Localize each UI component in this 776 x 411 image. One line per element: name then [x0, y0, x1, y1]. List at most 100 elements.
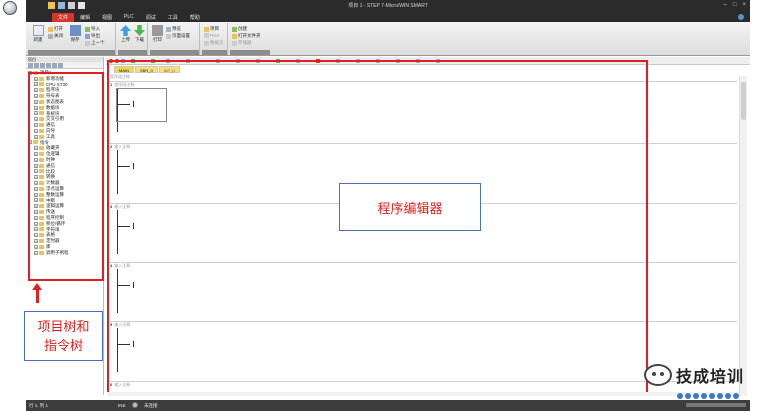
tray-icon[interactable] [717, 393, 723, 399]
help-icon[interactable] [738, 14, 744, 20]
status-bar: 行 1, 列 1 INS 未连接 [26, 400, 750, 411]
tool-icon[interactable] [416, 59, 420, 63]
tray-icon[interactable] [677, 393, 683, 399]
tree-tool-icon[interactable] [28, 63, 33, 68]
tab-int-0[interactable]: INT_0 [158, 66, 180, 73]
tab-main[interactable]: MAIN [114, 66, 134, 73]
delete-icon[interactable] [316, 59, 320, 63]
maximize-icon[interactable]: □ [733, 2, 737, 8]
tray-icon[interactable] [733, 393, 739, 399]
tray-icon[interactable] [685, 393, 691, 399]
power-rail [117, 210, 118, 254]
app-orb-button[interactable] [3, 1, 17, 15]
network-rung[interactable]: 4 输入注释 [107, 262, 737, 322]
tray-icon[interactable] [725, 393, 731, 399]
minimize-icon[interactable]: – [724, 2, 727, 8]
tool-icon[interactable] [376, 59, 380, 63]
pos-button[interactable]: POS [204, 33, 220, 38]
tab-plc[interactable]: PLC [118, 13, 140, 22]
insert-icon[interactable] [276, 59, 280, 63]
preview-button[interactable]: 预览 [166, 26, 181, 32]
tree-tool-icon[interactable] [58, 63, 63, 68]
tool-icon[interactable] [396, 59, 400, 63]
rung-comment[interactable]: 输入注释 [114, 263, 130, 268]
create-button[interactable]: 创建 [232, 26, 247, 32]
tool-icon[interactable] [236, 59, 240, 63]
contact-arrow-icon[interactable] [118, 282, 134, 288]
tree-tool-icon[interactable] [46, 63, 51, 68]
tool-icon[interactable] [436, 59, 440, 63]
page-setup-label: 页面设置 [172, 33, 190, 38]
stop-icon[interactable] [109, 59, 113, 63]
selection-cursor [116, 88, 167, 122]
tree-tool-icon[interactable] [52, 63, 57, 68]
import-button[interactable]: 导入 [85, 26, 100, 32]
open-folder-icon [48, 26, 53, 32]
upload-arrow-icon [120, 25, 131, 36]
close-icon[interactable]: × [742, 2, 746, 8]
open-folder-button[interactable]: 打开文件夹 [232, 33, 261, 39]
tab-tools[interactable]: 工具 [162, 13, 184, 22]
watermark: 技成培训 [644, 363, 744, 387]
tool-icon[interactable] [336, 59, 340, 63]
rung-comment[interactable]: 输入注释 [114, 322, 130, 327]
storage-button[interactable]: 存储器 [232, 40, 252, 46]
tab-view[interactable]: 视图 [96, 13, 118, 22]
page-setup-button[interactable]: 页面设置 [166, 33, 190, 39]
tree-tool-icon[interactable] [34, 63, 39, 68]
record-icon[interactable] [115, 59, 119, 63]
tool-icon[interactable] [166, 59, 170, 63]
tab-file[interactable]: 文件 [52, 13, 75, 22]
contact-arrow-icon[interactable] [118, 341, 134, 347]
print-button[interactable]: 打印 [151, 25, 164, 43]
tray-icon[interactable] [709, 393, 715, 399]
export-button[interactable]: 导出 [85, 33, 100, 39]
download-icon[interactable] [151, 59, 155, 63]
tab-help[interactable]: 帮助 [184, 13, 206, 22]
rung-comment[interactable]: 程序段注释 [114, 82, 134, 87]
network-rung[interactable]: 6 输入注释 [107, 381, 737, 392]
tab-debug[interactable]: 调试 [140, 13, 162, 22]
contact-arrow-icon[interactable] [118, 223, 134, 229]
contact-arrow-icon[interactable] [118, 163, 134, 169]
tool-icon[interactable] [256, 59, 260, 63]
tab-sbr-0[interactable]: SBR_0 [135, 66, 158, 73]
tool-icon[interactable] [216, 59, 220, 63]
scroll-thumb[interactable] [741, 82, 746, 120]
zoom-slider[interactable] [686, 403, 746, 407]
rung-comment[interactable]: 输入注释 [114, 382, 130, 387]
save-button[interactable]: 保存 [68, 25, 82, 43]
project-button[interactable]: 项目 [204, 26, 219, 32]
close-button[interactable]: 关闭 [48, 33, 63, 39]
data-page-button[interactable]: 数据页 [204, 40, 224, 46]
download-button[interactable]: 下载 [133, 25, 146, 43]
new-button[interactable]: 新建 [31, 25, 45, 43]
tree-callout: 项目树和指令树 [24, 311, 103, 361]
open-button[interactable]: 打开 [48, 26, 63, 32]
network-rung[interactable]: 1 程序段注释 [107, 81, 737, 141]
highlight-box-tree [28, 72, 104, 281]
upload-button[interactable]: 上传 [119, 25, 132, 43]
tray-icon[interactable] [693, 393, 699, 399]
program-comment[interactable]: 程序段注释 [107, 74, 737, 80]
upload-icon[interactable] [131, 59, 135, 63]
vertical-scrollbar[interactable] [739, 76, 747, 396]
tray-icon[interactable] [701, 393, 707, 399]
horizontal-scrollbar[interactable] [107, 392, 739, 396]
tab-edit[interactable]: 编辑 [74, 13, 96, 22]
tool-icon[interactable] [296, 59, 300, 63]
previous-button[interactable]: 上一个 [85, 40, 105, 46]
rung-comment[interactable]: 输入注释 [114, 144, 130, 149]
download-arrow-icon [134, 25, 145, 36]
rung-comment[interactable]: 输入注释 [114, 204, 130, 209]
tool-icon[interactable] [121, 59, 125, 63]
lock-icon [204, 26, 209, 32]
callout-arrow [36, 287, 39, 303]
tree-tool-icon[interactable] [40, 63, 45, 68]
system-tray [677, 393, 739, 399]
tool-icon[interactable] [356, 59, 360, 63]
import-icon [85, 26, 90, 32]
ribbon-group-print: 打印 预览 页面设置 [150, 23, 200, 55]
network-rung[interactable]: 5 输入注释 [107, 321, 737, 381]
tool-icon[interactable] [186, 59, 190, 63]
